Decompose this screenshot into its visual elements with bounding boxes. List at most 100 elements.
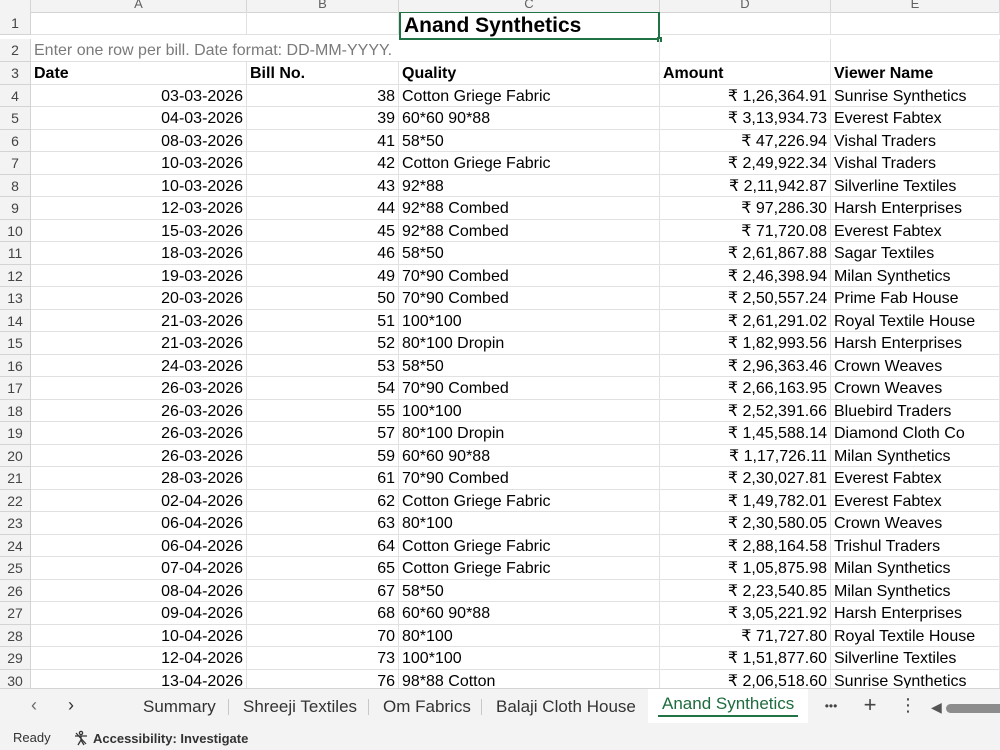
date-cell[interactable]: 26-03-2026	[31, 422, 247, 445]
quality-cell[interactable]: 80*100	[399, 624, 660, 647]
amount-cell[interactable]: ₹ 2,30,580.05	[660, 512, 831, 535]
viewer-name-cell[interactable]: Diamond Cloth Co	[831, 422, 1000, 445]
column-header-b[interactable]: B	[247, 0, 399, 12]
quality-cell[interactable]: Cotton Griege Fabric	[399, 152, 660, 175]
viewer-name-cell[interactable]: Sunrise Synthetics	[831, 669, 1000, 688]
date-cell[interactable]: 20-03-2026	[31, 287, 247, 310]
row-number[interactable]: 16	[0, 354, 31, 377]
quality-cell[interactable]: 100*100	[399, 309, 660, 332]
row-number[interactable]: 18	[0, 399, 31, 422]
viewer-name-cell[interactable]: Everest Fabtex	[831, 219, 1000, 242]
viewer-name-cell[interactable]: Harsh Enterprises	[831, 332, 1000, 355]
row-number[interactable]: 8	[0, 174, 31, 197]
date-cell[interactable]: 18-03-2026	[31, 242, 247, 265]
bill-no-cell[interactable]: 73	[247, 647, 399, 670]
quality-cell[interactable]: 100*100	[399, 399, 660, 422]
cell[interactable]	[660, 12, 831, 35]
amount-cell[interactable]: ₹ 1,82,993.56	[660, 332, 831, 355]
amount-cell[interactable]: ₹ 71,720.08	[660, 219, 831, 242]
add-sheet-button[interactable]: +	[859, 692, 881, 718]
amount-cell[interactable]: ₹ 2,61,291.02	[660, 309, 831, 332]
bill-no-cell[interactable]: 68	[247, 602, 399, 625]
row-number[interactable]: 7	[0, 152, 31, 175]
bill-no-cell[interactable]: 46	[247, 242, 399, 265]
amount-cell[interactable]: ₹ 2,30,027.81	[660, 467, 831, 490]
quality-cell[interactable]: Cotton Griege Fabric	[399, 534, 660, 557]
bill-no-cell[interactable]: 62	[247, 489, 399, 512]
bill-no-cell[interactable]: 63	[247, 512, 399, 535]
row-number[interactable]: 3	[0, 62, 31, 85]
header-amount[interactable]: Amount	[660, 62, 831, 85]
viewer-name-cell[interactable]: Harsh Enterprises	[831, 602, 1000, 625]
date-cell[interactable]: 04-03-2026	[31, 107, 247, 130]
viewer-name-cell[interactable]: Silverline Textiles	[831, 647, 1000, 670]
cell[interactable]	[31, 12, 247, 35]
select-all-corner[interactable]	[0, 0, 31, 12]
bill-no-cell[interactable]: 57	[247, 422, 399, 445]
row-number[interactable]: 22	[0, 489, 31, 512]
row-number[interactable]: 13	[0, 287, 31, 310]
viewer-name-cell[interactable]: Sagar Textiles	[831, 242, 1000, 265]
bill-no-cell[interactable]: 55	[247, 399, 399, 422]
quality-cell[interactable]: Cotton Griege Fabric	[399, 84, 660, 107]
amount-cell[interactable]: ₹ 1,51,877.60	[660, 647, 831, 670]
quality-cell[interactable]: 58*50	[399, 129, 660, 152]
viewer-name-cell[interactable]: Milan Synthetics	[831, 444, 1000, 467]
viewer-name-cell[interactable]: Royal Textile House	[831, 624, 1000, 647]
bill-no-cell[interactable]: 42	[247, 152, 399, 175]
bill-no-cell[interactable]: 44	[247, 197, 399, 220]
row-number[interactable]: 1	[0, 12, 31, 35]
quality-cell[interactable]: 70*90 Combed	[399, 377, 660, 400]
date-cell[interactable]: 21-03-2026	[31, 332, 247, 355]
amount-cell[interactable]: ₹ 1,49,782.01	[660, 489, 831, 512]
date-cell[interactable]: 06-04-2026	[31, 512, 247, 535]
amount-cell[interactable]: ₹ 71,727.80	[660, 624, 831, 647]
date-cell[interactable]: 21-03-2026	[31, 309, 247, 332]
header-viewer-name[interactable]: Viewer Name	[831, 62, 1000, 85]
cell[interactable]	[660, 39, 831, 62]
viewer-name-cell[interactable]: Harsh Enterprises	[831, 197, 1000, 220]
sheet-tab-summary[interactable]: Summary	[129, 689, 230, 725]
column-header-c[interactable]: C	[399, 0, 660, 12]
bill-no-cell[interactable]: 67	[247, 579, 399, 602]
amount-cell[interactable]: ₹ 2,06,518.60	[660, 669, 831, 688]
quality-cell[interactable]: 98*88 Cotton	[399, 669, 660, 688]
viewer-name-cell[interactable]: Crown Weaves	[831, 512, 1000, 535]
bill-no-cell[interactable]: 45	[247, 219, 399, 242]
quality-cell[interactable]: 80*100 Dropin	[399, 332, 660, 355]
viewer-name-cell[interactable]: Everest Fabtex	[831, 107, 1000, 130]
row-number[interactable]: 9	[0, 197, 31, 220]
amount-cell[interactable]: ₹ 2,11,942.87	[660, 174, 831, 197]
quality-cell[interactable]: Cotton Griege Fabric	[399, 557, 660, 580]
bill-no-cell[interactable]: 64	[247, 534, 399, 557]
amount-cell[interactable]: ₹ 2,88,164.58	[660, 534, 831, 557]
viewer-name-cell[interactable]: Milan Synthetics	[831, 579, 1000, 602]
date-cell[interactable]: 12-03-2026	[31, 197, 247, 220]
amount-cell[interactable]: ₹ 97,286.30	[660, 197, 831, 220]
row-number[interactable]: 29	[0, 647, 31, 670]
viewer-name-cell[interactable]: Silverline Textiles	[831, 174, 1000, 197]
quality-cell[interactable]: 70*90 Combed	[399, 467, 660, 490]
bill-no-cell[interactable]: 50	[247, 287, 399, 310]
amount-cell[interactable]: ₹ 1,26,364.91	[660, 84, 831, 107]
viewer-name-cell[interactable]: Milan Synthetics	[831, 264, 1000, 287]
row-number[interactable]: 4	[0, 84, 31, 107]
bill-no-cell[interactable]: 51	[247, 309, 399, 332]
viewer-name-cell[interactable]: Trishul Traders	[831, 534, 1000, 557]
sheet-options-button[interactable]: ⋮	[897, 695, 919, 716]
prev-sheet-button[interactable]: ‹	[24, 695, 44, 716]
date-cell[interactable]: 08-03-2026	[31, 129, 247, 152]
row-number[interactable]: 12	[0, 264, 31, 287]
row-number[interactable]: 14	[0, 309, 31, 332]
viewer-name-cell[interactable]: Everest Fabtex	[831, 467, 1000, 490]
quality-cell[interactable]: 58*50	[399, 354, 660, 377]
row-number[interactable]: 6	[0, 129, 31, 152]
bill-no-cell[interactable]: 52	[247, 332, 399, 355]
row-number[interactable]: 17	[0, 377, 31, 400]
cell[interactable]	[399, 39, 660, 62]
viewer-name-cell[interactable]: Crown Weaves	[831, 354, 1000, 377]
bill-no-cell[interactable]: 53	[247, 354, 399, 377]
bill-no-cell[interactable]: 65	[247, 557, 399, 580]
row-number[interactable]: 11	[0, 242, 31, 265]
viewer-name-cell[interactable]: Vishal Traders	[831, 152, 1000, 175]
